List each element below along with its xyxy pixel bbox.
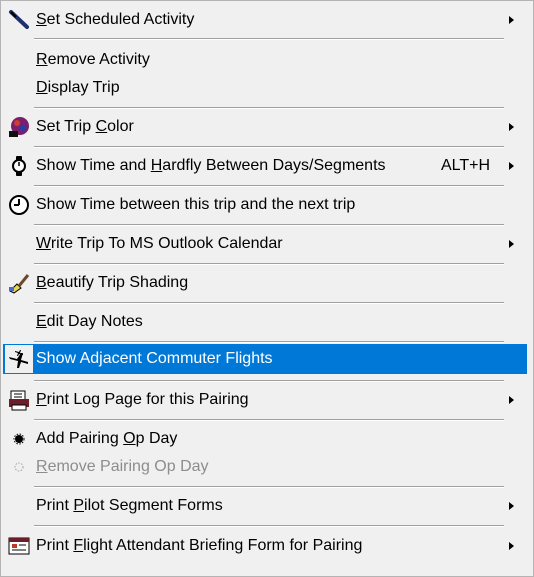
submenu-arrow-icon [509, 240, 514, 248]
airplanes-icon [5, 345, 33, 373]
context-menu: Set Scheduled Activity Remove Activity D… [0, 0, 534, 577]
briefing-form-icon [5, 532, 33, 560]
menu-separator [34, 185, 504, 187]
menu-separator [34, 525, 504, 527]
shortcut-label: ALT+H [441, 157, 491, 174]
submenu-arrow-icon [509, 16, 514, 24]
menu-item-print-pilot-segment-forms[interactable]: Print Pilot Segment Forms [3, 491, 527, 521]
watch-icon [5, 152, 33, 180]
menu-item-remove-activity[interactable]: Remove Activity [3, 45, 527, 75]
brush-icon [5, 269, 33, 297]
menu-separator [34, 341, 504, 343]
clock-icon [5, 191, 33, 219]
menu-item-show-time-between-trips[interactable]: Show Time between this trip and the next… [3, 190, 527, 220]
menu-separator [34, 146, 504, 148]
menu-item-edit-day-notes[interactable]: Edit Day Notes [3, 307, 527, 337]
menu-separator [34, 38, 504, 40]
menu-item-set-scheduled-activity[interactable]: Set Scheduled Activity [3, 5, 527, 35]
printer-log-icon [5, 386, 33, 414]
pen-icon [5, 6, 33, 34]
menu-item-print-log-page[interactable]: Print Log Page for this Pairing [3, 385, 527, 415]
menu-separator [34, 302, 504, 304]
menu-separator [34, 486, 504, 488]
menu-item-set-trip-color[interactable]: Set Trip Color [3, 112, 527, 142]
menu-item-print-flight-attendant-briefing[interactable]: Print Flight Attendant Briefing Form for… [3, 531, 527, 561]
menu-item-show-adjacent-commuter-flights[interactable]: Show Adjacent Commuter Flights [3, 344, 527, 374]
menu-separator [34, 419, 504, 421]
palette-icon [5, 113, 33, 141]
menu-item-beautify-trip-shading[interactable]: Beautify Trip Shading [3, 268, 527, 298]
menu-separator [34, 224, 504, 226]
submenu-arrow-icon [509, 396, 514, 404]
menu-item-show-time-hardfly[interactable]: Show Time and Hardfly Between Days/Segme… [3, 151, 527, 181]
submenu-arrow-icon [509, 162, 514, 170]
menu-item-display-trip[interactable]: Display Trip [3, 73, 527, 103]
menu-separator [34, 263, 504, 265]
menu-item-add-pairing-op-day[interactable]: Add Pairing Op Day [3, 424, 527, 454]
submenu-arrow-icon [509, 542, 514, 550]
radio-dot-disabled-icon [5, 453, 33, 481]
submenu-arrow-icon [509, 502, 514, 510]
menu-separator [34, 380, 504, 382]
radio-dot-icon [5, 425, 33, 453]
menu-item-write-trip-outlook[interactable]: Write Trip To MS Outlook Calendar [3, 229, 527, 259]
menu-item-remove-pairing-op-day[interactable]: Remove Pairing Op Day [3, 452, 527, 482]
submenu-arrow-icon [509, 123, 514, 131]
menu-separator [34, 107, 504, 109]
